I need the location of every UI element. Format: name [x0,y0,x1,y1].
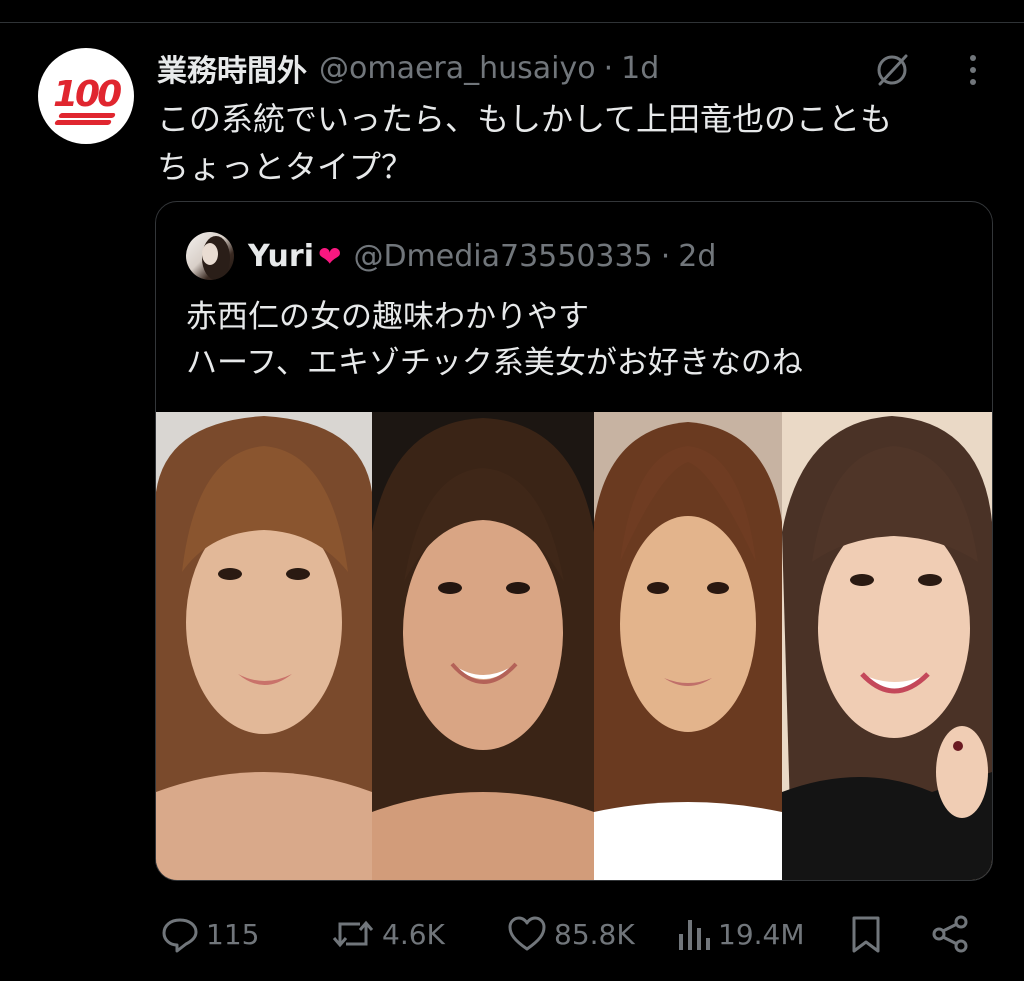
bookmark-button[interactable] [848,908,890,960]
reply-icon [162,918,198,953]
author-avatar[interactable]: 100 [38,48,134,144]
top-divider [0,22,1024,23]
emoji-underline [54,120,112,125]
like-count: 85.8K [554,917,635,951]
quote-time[interactable]: 2d [678,239,716,274]
separator-dot: · [660,238,671,274]
repost-button[interactable]: 4.6K [330,908,445,960]
photo-4[interactable] [782,412,992,880]
photo-1[interactable] [156,412,372,880]
repost-icon [332,920,374,948]
tweet-header: 業務時間外 @omaera_husaiyo · 1d [157,46,659,90]
tweet-text-line: ちょっとタイプ？ [157,148,414,186]
separator-dot: · [603,50,614,86]
author-handle[interactable]: @omaera_husaiyo [319,51,596,86]
quote-text-line: 赤西仁の女の趣味わかりやす [186,299,589,335]
tweet-text-line: この系統でいったら、もしかして上田竜也のことも [157,100,893,138]
views-icon [679,920,710,950]
photo-collage[interactable] [156,412,992,880]
more-icon[interactable] [958,50,988,90]
tweet-text: この系統でいったら、もしかして上田竜也のことも ちょっとタイプ？ [157,95,957,191]
bookmark-icon [852,916,880,953]
quote-author-handle[interactable]: @Dmedia73550335 [353,239,652,274]
grok-icon[interactable] [872,50,912,90]
quote-author-avatar[interactable] [186,232,234,280]
hundred-emoji-text: 100 [53,74,122,115]
like-icon [508,916,546,951]
share-icon [932,915,968,953]
photo-2[interactable] [372,412,594,880]
like-button[interactable]: 85.8K [506,908,635,960]
views-button[interactable]: 19.4M [676,908,805,960]
reply-button[interactable]: 115 [160,908,259,960]
share-button[interactable] [930,908,976,960]
action-bar: 115 4.6K 85.8K 19.4M [0,908,1024,960]
quote-author-name[interactable]: Yuri [248,239,314,274]
quote-text-line: ハーフ、エキゾチック系美女がお好きなのね [186,345,803,381]
tweet-time[interactable]: 1d [621,51,659,86]
quote-text: 赤西仁の女の趣味わかりやす ハーフ、エキゾチック系美女がお好きなのね [186,294,966,386]
hundred-points-emoji: 100 [51,68,122,125]
quote-header: Yuri ❤ @Dmedia73550335 · 2d [248,234,716,278]
views-count: 19.4M [718,917,805,951]
repost-count: 4.6K [382,917,445,951]
author-name[interactable]: 業務時間外 [157,46,307,90]
reply-count: 115 [206,917,260,951]
emoji-underline [58,113,116,118]
heart-emoji-icon: ❤ [317,239,342,273]
photo-3[interactable] [594,412,782,880]
quoted-tweet[interactable]: Yuri ❤ @Dmedia73550335 · 2d 赤西仁の女の趣味わかりや… [155,201,993,881]
